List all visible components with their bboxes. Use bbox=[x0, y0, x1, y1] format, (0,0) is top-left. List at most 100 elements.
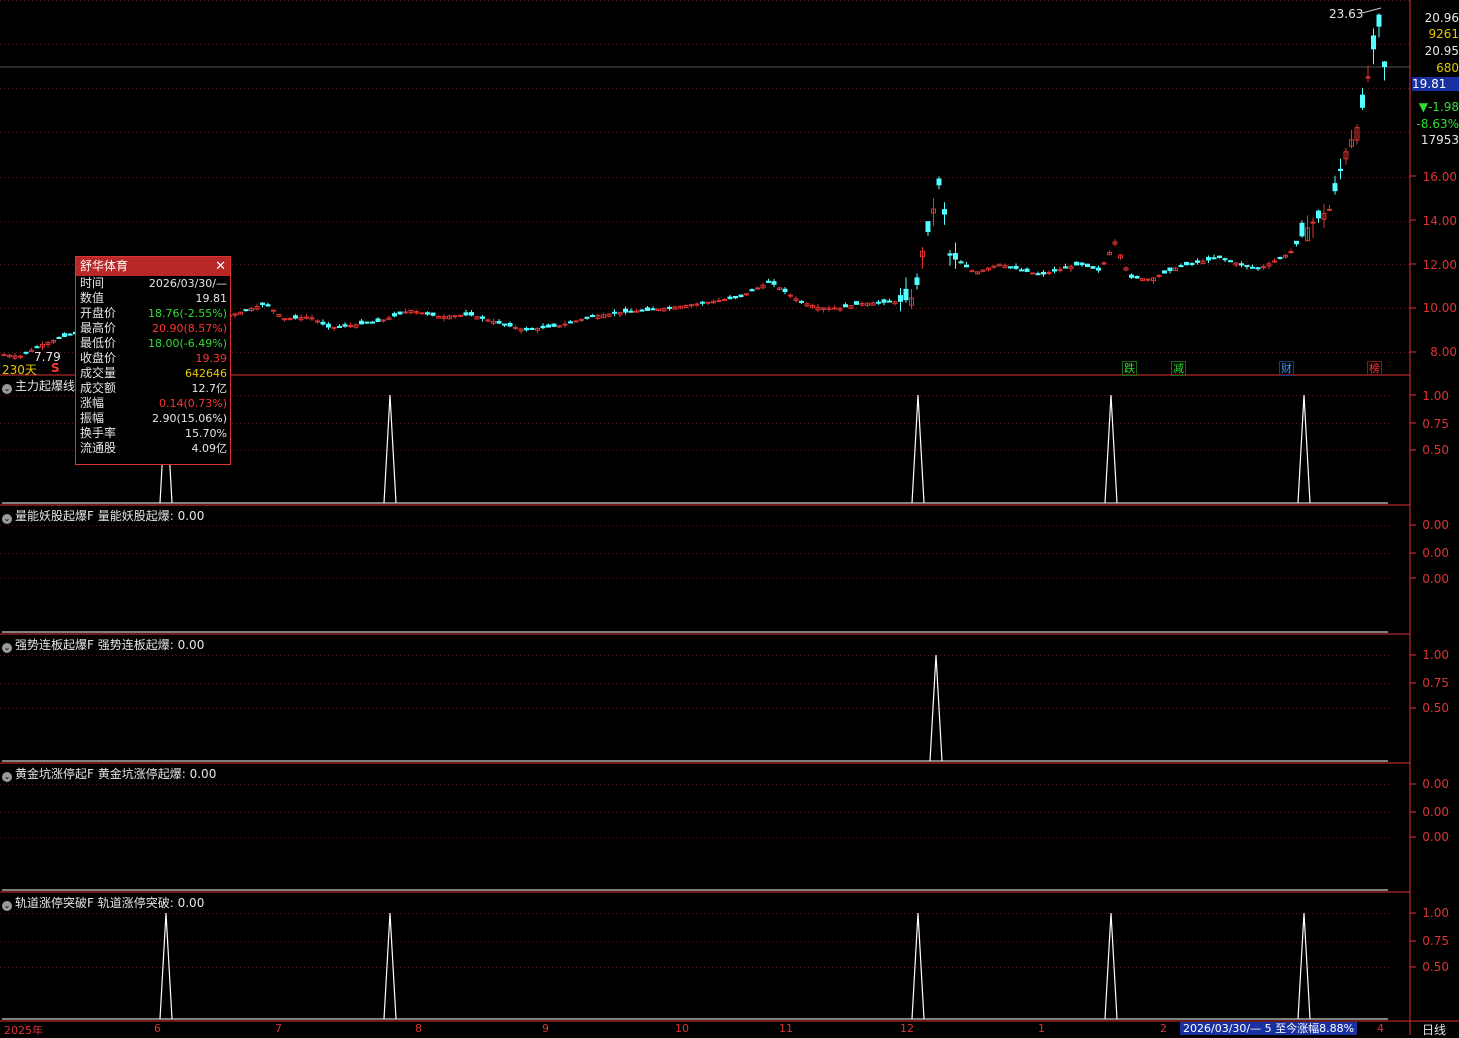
candle-body bbox=[1184, 261, 1189, 266]
candle-body bbox=[1156, 274, 1162, 277]
candle-body bbox=[799, 300, 804, 303]
candle-body bbox=[304, 316, 309, 319]
candle-body bbox=[1382, 61, 1387, 68]
period-day-button[interactable]: 日线 bbox=[1422, 1021, 1446, 1038]
panel3-title[interactable]: ⌄ 强势连板起爆F 强势连板起爆: 0.00 bbox=[2, 636, 204, 653]
candle-body bbox=[1277, 256, 1283, 259]
current-price-tag: 19.81 bbox=[1412, 77, 1459, 91]
s-marker: S bbox=[51, 361, 60, 375]
candle-body bbox=[854, 301, 859, 305]
candle-body bbox=[1316, 210, 1321, 219]
info-value: 4.09亿 bbox=[191, 442, 228, 455]
info-value: 0.14(0.73%) bbox=[158, 397, 227, 410]
candle-body bbox=[1310, 221, 1316, 224]
candle-body bbox=[1030, 272, 1035, 275]
candle-body bbox=[727, 296, 733, 300]
panel-collapse-icon[interactable]: ⌄ bbox=[2, 901, 12, 911]
candle-body bbox=[1074, 261, 1079, 266]
info-row: 成交额 12.7亿 bbox=[76, 381, 230, 396]
info-key: 涨幅 bbox=[80, 396, 105, 410]
x-label-2025: 2025年 bbox=[4, 1024, 43, 1037]
candle-body bbox=[1145, 278, 1151, 281]
candle-body bbox=[1332, 183, 1338, 192]
quote-info-panel[interactable]: 舒华体育 ✕ 时间 2026/03/30/— 数值 19.81 开盘价 18.76(-2.… bbox=[75, 256, 231, 465]
candle-body bbox=[1360, 94, 1365, 108]
panel5-tick-05: 0.50 bbox=[1422, 960, 1449, 974]
badge-finance[interactable]: 财 bbox=[1279, 361, 1294, 376]
candle-body bbox=[287, 318, 293, 321]
candle-body bbox=[936, 178, 942, 186]
panel-collapse-icon[interactable]: ⌄ bbox=[2, 643, 12, 653]
panel2-title[interactable]: ⌄ 量能妖股起爆F 量能妖股起爆: 0.00 bbox=[2, 507, 204, 524]
candle-body bbox=[667, 306, 672, 309]
panel1-tick-1: 1.00 bbox=[1422, 389, 1449, 403]
candle-body bbox=[1327, 208, 1332, 211]
badge-fall[interactable]: 跌 bbox=[1122, 361, 1137, 376]
badge-list[interactable]: 榜 bbox=[1367, 361, 1382, 376]
candle-body bbox=[1129, 274, 1134, 278]
candle-body bbox=[639, 309, 645, 312]
panel5-title[interactable]: ⌄ 轨道涨停突破F 轨道涨停突破: 0.00 bbox=[2, 894, 204, 911]
candle-body bbox=[502, 323, 507, 326]
info-row: 时间 2026/03/30/— bbox=[76, 276, 230, 291]
candle-body bbox=[540, 325, 546, 329]
price-tick-10: 10.00 bbox=[1422, 301, 1457, 315]
candle-body bbox=[524, 327, 529, 331]
info-value: 19.81 bbox=[195, 292, 228, 305]
price-tick-16: 16.00 bbox=[1422, 170, 1457, 184]
indicator-spike bbox=[159, 912, 173, 1020]
candle-body bbox=[397, 311, 403, 315]
ma-period-label: 230天 bbox=[2, 363, 37, 377]
kline-chart-canvas[interactable] bbox=[0, 0, 1459, 1035]
candle-body bbox=[419, 312, 425, 315]
range-status-bar[interactable]: 2026/03/30/— 5 至今涨幅8.88% bbox=[1180, 1022, 1358, 1035]
info-row: 最低价 18.00(-6.49%) bbox=[76, 336, 230, 351]
candle-body bbox=[1041, 271, 1046, 275]
candle-body bbox=[1222, 258, 1228, 261]
panel1-tick-05: 0.50 bbox=[1422, 443, 1449, 457]
candle-body bbox=[1008, 266, 1013, 269]
x-label-4: 4 bbox=[1377, 1022, 1384, 1035]
panel1-title[interactable]: ⌄ 主力起爆线 bbox=[2, 377, 75, 394]
panel3-tick-1: 1.00 bbox=[1422, 648, 1449, 662]
candle-body bbox=[898, 295, 903, 302]
info-panel-header[interactable]: 舒华体育 ✕ bbox=[76, 257, 230, 276]
x-label-6: 6 bbox=[154, 1022, 161, 1035]
panel4-tick-a: 0.00 bbox=[1422, 777, 1449, 791]
panel-collapse-icon[interactable]: ⌄ bbox=[2, 514, 12, 524]
candle-body bbox=[293, 315, 298, 319]
quote-amount: 17953 bbox=[1420, 133, 1459, 147]
candle-body bbox=[947, 253, 953, 256]
candle-body bbox=[1090, 266, 1096, 269]
candle-body bbox=[722, 299, 727, 302]
candle-body bbox=[1, 354, 7, 357]
candle-body bbox=[309, 317, 315, 320]
candle-body bbox=[1096, 267, 1101, 271]
candle-body bbox=[1371, 35, 1376, 50]
panel4-title[interactable]: ⌄ 黄金坑涨停起F 黄金坑涨停起爆: 0.00 bbox=[2, 765, 216, 782]
candle-body bbox=[991, 265, 997, 268]
info-value: 15.70% bbox=[185, 427, 227, 440]
indicator-spike bbox=[1104, 912, 1118, 1020]
candle-body bbox=[326, 323, 331, 328]
candle-body bbox=[694, 303, 700, 306]
candle-body bbox=[1206, 257, 1211, 261]
candle-body bbox=[1063, 266, 1068, 269]
candle-body bbox=[1019, 269, 1024, 272]
candle-body bbox=[689, 304, 694, 307]
candle-body bbox=[243, 309, 249, 312]
candle-body bbox=[1057, 269, 1063, 271]
panel-collapse-icon[interactable]: ⌄ bbox=[2, 384, 12, 394]
candle-body bbox=[1211, 257, 1217, 260]
candle-body bbox=[782, 288, 788, 292]
info-key: 开盘价 bbox=[80, 306, 117, 320]
candle-body bbox=[766, 280, 771, 283]
info-row: 振幅 2.90(15.06%) bbox=[76, 411, 230, 426]
candle-body bbox=[469, 312, 474, 316]
candle-body bbox=[23, 351, 29, 354]
info-value: 20.90(8.57%) bbox=[151, 322, 227, 335]
badge-reduce[interactable]: 减 bbox=[1171, 361, 1186, 376]
close-icon[interactable]: ✕ bbox=[215, 257, 226, 276]
panel-collapse-icon[interactable]: ⌄ bbox=[2, 772, 12, 782]
candle-body bbox=[430, 312, 436, 316]
